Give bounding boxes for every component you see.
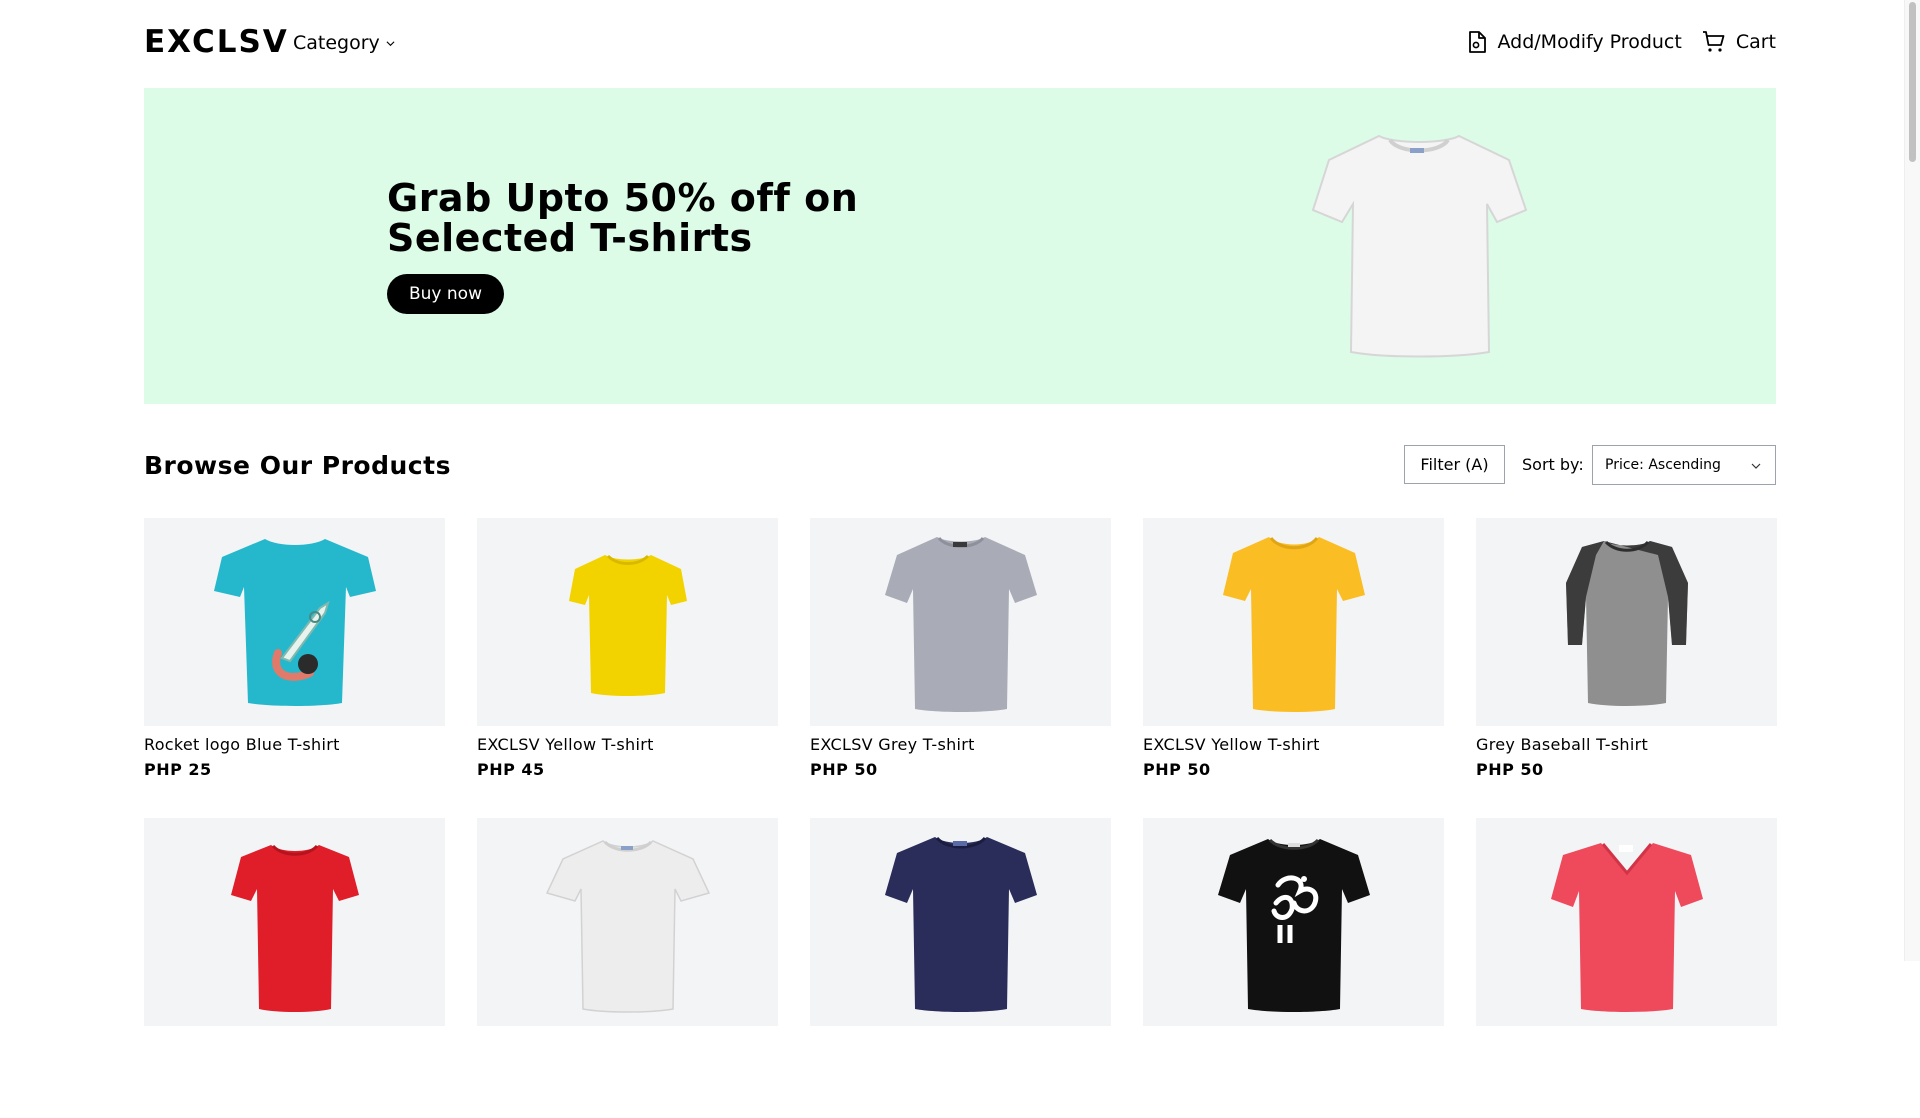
- product-image: [477, 518, 778, 726]
- product-price: PHP 50: [1476, 760, 1544, 779]
- white-tshirt-image: [1311, 134, 1528, 358]
- category-label: Category: [293, 32, 380, 54]
- grey-tshirt-image: [884, 536, 1037, 712]
- red-tshirt-image: [230, 844, 359, 1012]
- om-print-tshirt-image: [1217, 838, 1370, 1012]
- yellow-tshirt-image: [1222, 536, 1365, 712]
- header-actions: Add/Modify Product Cart: [1466, 30, 1776, 54]
- grey-baseball-tshirt-image: [1565, 540, 1688, 706]
- sort-selected-value: Price: Ascending: [1605, 457, 1721, 473]
- cart-link[interactable]: Cart: [1702, 30, 1776, 54]
- product-name[interactable]: EXCLSV Yellow T-shirt: [1143, 735, 1444, 754]
- sort-by-label: Sort by:: [1522, 455, 1584, 474]
- product-image: [810, 518, 1111, 726]
- product-price: PHP 50: [1143, 760, 1211, 779]
- product-card[interactable]: Grey Baseball T-shirt PHP 50: [1476, 518, 1777, 818]
- product-price: PHP 50: [810, 760, 878, 779]
- add-modify-product-label: Add/Modify Product: [1497, 31, 1682, 53]
- product-name[interactable]: Grey Baseball T-shirt: [1476, 735, 1777, 754]
- filter-button[interactable]: Filter (A): [1404, 445, 1505, 484]
- product-image: [144, 818, 445, 1026]
- shopping-cart-icon: [1702, 31, 1725, 52]
- product-name[interactable]: EXCLSV Grey T-shirt: [810, 735, 1111, 754]
- sort-select[interactable]: Price: Ascending: [1592, 445, 1776, 485]
- product-name[interactable]: Rocket logo Blue T-shirt: [144, 735, 445, 754]
- chevron-down-icon: [386, 40, 395, 46]
- product-card[interactable]: [1476, 818, 1777, 1118]
- add-modify-product-link[interactable]: Add/Modify Product: [1466, 30, 1682, 54]
- file-settings-icon: [1468, 31, 1486, 53]
- rocket-tshirt-image: [213, 539, 376, 706]
- top-navbar: EXCLSV Category Add/Modify Product Cart: [144, 0, 1776, 86]
- product-card[interactable]: [1143, 818, 1444, 1118]
- product-name[interactable]: EXCLSV Yellow T-shirt: [477, 735, 778, 754]
- scrollbar-thumb[interactable]: [1909, 2, 1916, 162]
- cart-label: Cart: [1735, 31, 1776, 53]
- browse-products-heading: Browse Our Products: [144, 451, 451, 480]
- category-dropdown[interactable]: Category: [293, 32, 395, 54]
- navy-tshirt-image: [884, 836, 1037, 1012]
- page-scrollbar[interactable]: [1904, 0, 1920, 961]
- product-image: [1476, 818, 1777, 1026]
- promo-title: Grab Upto 50% off on Selected T-shirts: [387, 176, 859, 260]
- product-image: [144, 518, 445, 726]
- product-card[interactable]: EXCLSV Yellow T-shirt PHP 50: [1143, 518, 1444, 818]
- promo-banner: Grab Upto 50% off on Selected T-shirts B…: [144, 88, 1776, 404]
- brand-logo[interactable]: EXCLSV: [144, 24, 289, 60]
- product-grid: Rocket logo Blue T-shirt PHP 25 EXCLSV Y…: [144, 518, 1777, 1118]
- product-card[interactable]: [144, 818, 445, 1118]
- buy-now-button[interactable]: Buy now: [387, 274, 504, 314]
- product-card[interactable]: EXCLSV Yellow T-shirt PHP 45: [477, 518, 778, 818]
- white-tshirt-image: [545, 840, 710, 1013]
- product-card[interactable]: [477, 818, 778, 1118]
- product-image: [477, 818, 778, 1026]
- product-price: PHP 45: [477, 760, 545, 779]
- product-image: [1143, 518, 1444, 726]
- product-image: [810, 818, 1111, 1026]
- product-price: PHP 25: [144, 760, 212, 779]
- yellow-tshirt-image: [568, 554, 687, 696]
- product-card[interactable]: Rocket logo Blue T-shirt PHP 25: [144, 518, 445, 818]
- product-card[interactable]: [810, 818, 1111, 1118]
- pink-vneck-tshirt-image: [1550, 843, 1703, 1012]
- product-card[interactable]: EXCLSV Grey T-shirt PHP 50: [810, 518, 1111, 818]
- chevron-down-icon: [1751, 463, 1761, 469]
- product-image: [1476, 518, 1777, 726]
- product-image: [1143, 818, 1444, 1026]
